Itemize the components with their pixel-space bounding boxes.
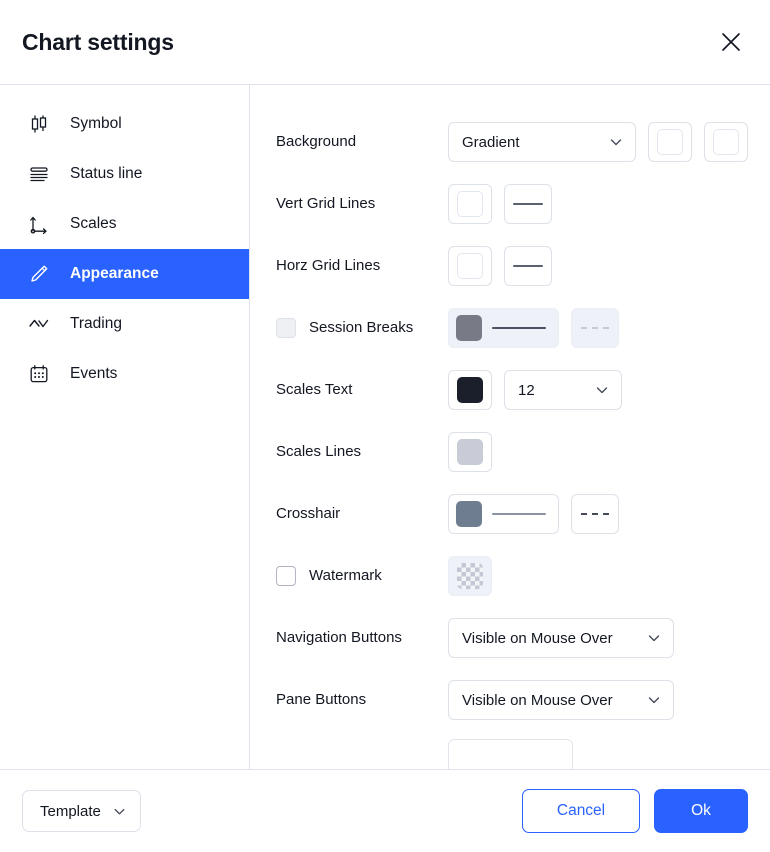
sidebar-item-appearance[interactable]: Appearance: [0, 249, 249, 299]
scales-text-color-button[interactable]: [448, 370, 492, 410]
color-swatch: [456, 315, 482, 341]
transparent-color-swatch: [457, 563, 483, 589]
setting-row-pane-buttons: Pane Buttons Visible on Mouse Over: [276, 669, 744, 731]
sidebar-item-label: Scales: [70, 215, 117, 232]
chart-settings-dialog: Chart settings Symbol Status line Scales…: [0, 0, 770, 852]
vert-grid-lines-label: Vert Grid Lines: [276, 194, 376, 212]
ok-button[interactable]: Ok: [654, 789, 748, 833]
sidebar-item-label: Status line: [70, 165, 143, 182]
setting-row-crosshair: Crosshair: [276, 483, 744, 545]
calendar-icon: [28, 363, 50, 385]
background-mode-value: Gradient: [462, 133, 520, 151]
color-swatch: [457, 377, 483, 403]
horz-grid-lines-style-button[interactable]: [504, 246, 552, 286]
background-color-1-button[interactable]: [648, 122, 692, 162]
watermark-checkbox[interactable]: [276, 566, 296, 586]
sidebar-item-label: Events: [70, 365, 118, 382]
sidebar-item-status-line[interactable]: Status line: [0, 149, 249, 199]
color-swatch: [457, 439, 483, 465]
solid-line-icon: [513, 265, 543, 267]
setting-row-watermark: Watermark: [276, 545, 744, 607]
template-button[interactable]: Template: [22, 790, 141, 832]
chevron-down-icon: [113, 805, 126, 818]
setting-row-background: Background Gradient: [276, 111, 748, 173]
solid-line-icon: [492, 513, 546, 515]
session-breaks-label: Session Breaks: [309, 318, 414, 336]
scales-lines-color-button[interactable]: [448, 432, 492, 472]
close-icon[interactable]: [712, 23, 750, 61]
background-mode-select[interactable]: Gradient: [448, 122, 636, 162]
background-color-2-button[interactable]: [704, 122, 748, 162]
cancel-button[interactable]: Cancel: [522, 789, 640, 833]
pencil-icon: [28, 263, 50, 285]
watermark-color-button[interactable]: [448, 556, 492, 596]
candlestick-icon: [28, 113, 50, 135]
horz-grid-lines-color-button[interactable]: [448, 246, 492, 286]
sidebar-item-symbol[interactable]: Symbol: [0, 99, 249, 149]
setting-row-scales-text: Scales Text 12: [276, 359, 744, 421]
setting-row-partial: [276, 731, 744, 769]
scales-text-font-size-select[interactable]: 12: [504, 370, 622, 410]
setting-row-scales-lines: Scales Lines: [276, 421, 744, 483]
axes-icon: [28, 213, 50, 235]
dashed-line-icon: [581, 327, 609, 329]
crosshair-label: Crosshair: [276, 504, 341, 522]
page-title: Chart settings: [22, 28, 174, 55]
dialog-header: Chart settings: [0, 0, 770, 84]
background-label: Background: [276, 132, 357, 150]
chevron-down-icon: [647, 631, 661, 645]
navigation-buttons-value: Visible on Mouse Over: [462, 629, 613, 647]
chevron-down-icon: [609, 135, 623, 149]
sidebar-item-label: Appearance: [70, 265, 159, 282]
dashed-line-icon: [581, 513, 609, 515]
scales-text-label: Scales Text: [276, 380, 353, 398]
dialog-footer: Template Cancel Ok: [0, 770, 770, 852]
setting-row-session-breaks: Session Breaks: [276, 297, 744, 359]
solid-line-icon: [513, 203, 543, 205]
vert-grid-lines-color-button[interactable]: [448, 184, 492, 224]
vert-grid-lines-style-button[interactable]: [504, 184, 552, 224]
chevron-down-icon: [647, 693, 661, 707]
dialog-body: Symbol Status line Scales Appearance Tra…: [0, 84, 770, 770]
setting-row-vert-grid-lines: Vert Grid Lines: [276, 173, 744, 235]
pane-buttons-select[interactable]: Visible on Mouse Over: [448, 680, 674, 720]
navigation-buttons-label: Navigation Buttons: [276, 628, 402, 646]
setting-row-horz-grid-lines: Horz Grid Lines: [276, 235, 744, 297]
watermark-label: Watermark: [309, 566, 382, 584]
sidebar-item-label: Trading: [70, 315, 122, 332]
partial-control[interactable]: [448, 739, 573, 769]
sidebar-item-label: Symbol: [70, 115, 122, 132]
color-swatch: [456, 501, 482, 527]
pane-buttons-value: Visible on Mouse Over: [462, 691, 613, 709]
sidebar: Symbol Status line Scales Appearance Tra…: [0, 85, 250, 769]
navigation-buttons-select[interactable]: Visible on Mouse Over: [448, 618, 674, 658]
sidebar-item-scales[interactable]: Scales: [0, 199, 249, 249]
sidebar-item-events[interactable]: Events: [0, 349, 249, 399]
sidebar-item-trading[interactable]: Trading: [0, 299, 249, 349]
setting-row-navigation-buttons: Navigation Buttons Visible on Mouse Over: [276, 607, 744, 669]
color-swatch: [657, 129, 683, 155]
crosshair-dash-style-button[interactable]: [571, 494, 619, 534]
zigzag-icon: [28, 313, 50, 335]
pane-buttons-label: Pane Buttons: [276, 690, 367, 708]
color-swatch: [457, 253, 483, 279]
scales-text-font-size-value: 12: [518, 381, 535, 399]
crosshair-color-line-button[interactable]: [448, 494, 559, 534]
template-button-label: Template: [40, 802, 101, 820]
horz-grid-lines-label: Horz Grid Lines: [276, 256, 381, 274]
color-swatch: [713, 129, 739, 155]
session-breaks-color-line-button[interactable]: [448, 308, 559, 348]
solid-line-icon: [492, 327, 546, 329]
scales-lines-label: Scales Lines: [276, 442, 362, 460]
status-line-icon: [28, 163, 50, 185]
session-breaks-dash-style-button[interactable]: [571, 308, 619, 348]
session-breaks-checkbox[interactable]: [276, 318, 296, 338]
settings-panel: Background Gradient Vert Grid Lines Horz…: [250, 85, 770, 769]
color-swatch: [457, 191, 483, 217]
chevron-down-icon: [595, 383, 609, 397]
